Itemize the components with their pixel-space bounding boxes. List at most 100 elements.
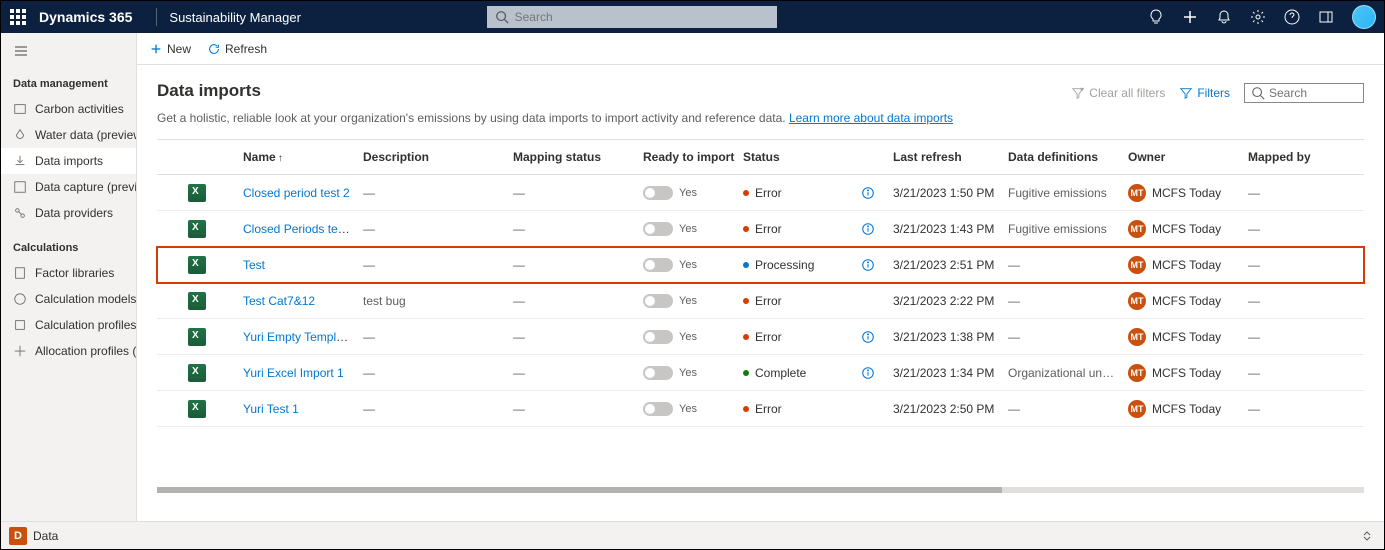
row-ready: Yes [637,329,737,344]
nav-section-calculations: Calculations [1,236,136,260]
col-mapped[interactable]: Mapped by [1242,150,1342,164]
info-icon[interactable] [861,258,875,272]
row-description: — [357,366,507,380]
toggle-icon[interactable] [643,294,673,308]
sidebar-item-carbon-activities[interactable]: Carbon activities [1,96,136,122]
toggle-icon[interactable] [643,366,673,380]
lightbulb-icon[interactable] [1148,9,1164,25]
info-icon[interactable] [861,186,875,200]
row-owner: MTMCFS Today [1122,220,1242,238]
excel-icon [188,256,206,274]
col-description[interactable]: Description [357,150,507,164]
sidebar-item-data-providers[interactable]: Data providers [1,200,136,226]
row-status: Processing [737,258,887,272]
sidebar-item-factor-libraries[interactable]: Factor libraries [1,260,136,286]
row-mapping: — [507,294,637,308]
col-refresh[interactable]: Last refresh [887,150,1002,164]
table-row[interactable]: Test——YesProcessing3/21/2023 2:51 PM—MTM… [157,247,1364,283]
excel-icon [188,364,206,382]
app-launcher-icon[interactable] [9,8,27,26]
col-definitions[interactable]: Data definitions [1002,150,1122,164]
row-ready: Yes [637,365,737,380]
row-name-link[interactable]: Test Cat7&12 [243,294,315,308]
top-header: Dynamics 365 Sustainability Manager [1,1,1384,33]
filters-button[interactable]: Filters [1179,86,1230,100]
status-dot-icon [743,190,749,196]
col-status[interactable]: Status [737,150,887,164]
table-row[interactable]: Closed Periods test 1——YesError3/21/2023… [157,211,1364,247]
refresh-button[interactable]: Refresh [207,42,267,56]
table-row[interactable]: Yuri Excel Import 1——YesComplete3/21/202… [157,355,1364,391]
row-status: Error [737,222,887,236]
sidebar-item-allocation-profiles[interactable]: Allocation profiles (p... [1,338,136,364]
col-name[interactable]: Name↑ [237,150,357,164]
search-icon [495,10,509,24]
row-name-link[interactable]: Yuri Test 1 [243,402,299,416]
horizontal-scrollbar[interactable] [157,487,1364,493]
sidebar: Data management Carbon activities Water … [1,33,137,521]
row-refresh: 3/21/2023 2:22 PM [887,294,1002,308]
row-owner: MTMCFS Today [1122,184,1242,202]
info-icon[interactable] [861,366,875,380]
help-icon[interactable] [1284,9,1300,25]
global-search-input[interactable] [515,10,769,24]
table-row[interactable]: Closed period test 2——YesError3/21/2023 … [157,175,1364,211]
row-name-link[interactable]: Closed Periods test 1 [243,222,357,236]
sidebar-item-calculation-models[interactable]: Calculation models [1,286,136,312]
sidebar-item-data-capture[interactable]: Data capture (preview) [1,174,136,200]
gear-icon[interactable] [1250,9,1266,25]
toggle-icon[interactable] [643,330,673,344]
new-button[interactable]: New [149,42,191,56]
table-row[interactable]: Yuri Test 1——YesError3/21/2023 2:50 PM—M… [157,391,1364,427]
hamburger-icon[interactable] [1,33,136,72]
row-status: Error [737,186,887,200]
row-name-link[interactable]: Yuri Empty Template ... [243,330,357,344]
learn-more-link[interactable]: Learn more about data imports [789,111,953,125]
info-icon[interactable] [861,330,875,344]
col-mapping[interactable]: Mapping status [507,150,637,164]
status-dot-icon [743,370,749,376]
excel-icon [188,400,206,418]
col-owner[interactable]: Owner [1122,150,1242,164]
toggle-icon[interactable] [643,222,673,236]
table-row[interactable]: Yuri Empty Template ...——YesError3/21/20… [157,319,1364,355]
row-owner: MTMCFS Today [1122,400,1242,418]
info-icon[interactable] [861,222,875,236]
row-ready: Yes [637,401,737,416]
user-avatar[interactable] [1352,5,1376,29]
bell-icon[interactable] [1216,9,1232,25]
col-ready[interactable]: Ready to import [637,150,737,164]
row-mapped: — [1242,222,1342,236]
toggle-icon[interactable] [643,402,673,416]
data-grid: Name↑ Description Mapping status Ready t… [157,139,1364,427]
row-definitions: Organizational units, ... [1002,366,1122,380]
sidebar-item-water-data[interactable]: Water data (preview) [1,122,136,148]
clear-filters-button[interactable]: Clear all filters [1071,86,1165,100]
toggle-icon[interactable] [643,186,673,200]
row-name-link[interactable]: Test [243,258,265,272]
sort-asc-icon: ↑ [278,153,283,164]
owner-avatar-icon: MT [1128,292,1146,310]
global-search[interactable] [487,6,777,28]
panel-icon[interactable] [1318,9,1334,25]
status-dot-icon [743,298,749,304]
row-description: — [357,258,507,272]
toolbar: New Refresh [137,33,1384,65]
excel-icon [188,184,206,202]
sidebar-item-data-imports[interactable]: Data imports [1,148,136,174]
table-row[interactable]: Test Cat7&12test bug—YesError3/21/2023 2… [157,283,1364,319]
toggle-icon[interactable] [643,258,673,272]
area-switcher[interactable]: D Data [1,521,1384,549]
row-status: Error [737,330,887,344]
row-mapping: — [507,222,637,236]
row-mapped: — [1242,294,1342,308]
app-name-label: Sustainability Manager [169,10,301,25]
sidebar-item-calculation-profiles[interactable]: Calculation profiles [1,312,136,338]
owner-avatar-icon: MT [1128,400,1146,418]
divider [156,8,157,26]
grid-search-input[interactable] [1269,86,1349,100]
plus-icon[interactable] [1182,9,1198,25]
row-name-link[interactable]: Yuri Excel Import 1 [243,366,344,380]
grid-search[interactable] [1244,83,1364,103]
row-name-link[interactable]: Closed period test 2 [243,186,350,200]
